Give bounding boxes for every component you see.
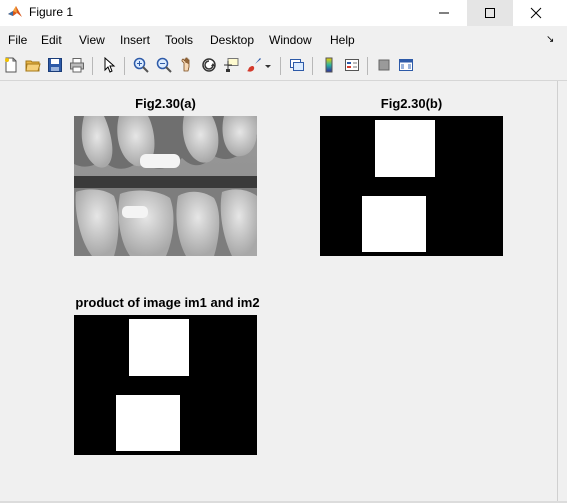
close-button[interactable] — [513, 0, 559, 26]
link-plot-button[interactable] — [287, 55, 307, 75]
dental-xray-image — [74, 116, 257, 256]
toolbar-separator — [92, 57, 93, 75]
brush-button[interactable] — [244, 55, 264, 75]
toolbar-separator — [312, 57, 313, 75]
axes-a-title: Fig2.30(a) — [135, 96, 196, 111]
minimize-button[interactable] — [421, 0, 467, 26]
product-block-lower — [116, 395, 180, 451]
save-button[interactable] — [45, 55, 65, 75]
axes-c-image[interactable] — [74, 315, 257, 455]
toolbar-separator — [280, 57, 281, 75]
minimize-icon — [439, 12, 449, 14]
figure-canvas[interactable]: Fig2.30(a) Fig2.30(b) product of image i… — [0, 81, 557, 501]
insert-colorbar-button[interactable] — [319, 55, 339, 75]
print-button[interactable] — [67, 55, 87, 75]
zoom-in-icon — [133, 57, 149, 73]
menu-bar: File Edit View Insert Tools Desktop Wind… — [0, 28, 567, 50]
rotate-3d-button[interactable] — [199, 55, 219, 75]
save-icon — [48, 58, 62, 72]
colorbar-icon — [325, 57, 333, 73]
zoom-in-button[interactable] — [131, 55, 151, 75]
mask-block-lower — [362, 196, 426, 252]
new-figure-button[interactable] — [1, 55, 21, 75]
figure-toolbar — [0, 52, 567, 81]
zoom-out-button[interactable] — [154, 55, 174, 75]
chevron-down-icon — [265, 65, 271, 68]
menu-desktop[interactable]: Desktop — [210, 33, 254, 47]
maximize-icon — [485, 8, 495, 18]
axes-c-title: product of image im1 and im2 — [75, 295, 260, 310]
close-icon — [530, 7, 542, 19]
open-folder-icon — [25, 60, 41, 72]
show-plot-tools-button[interactable] — [396, 55, 416, 75]
edit-plot-button[interactable] — [99, 55, 119, 75]
data-cursor-button[interactable] — [221, 55, 241, 75]
open-button[interactable] — [23, 55, 43, 75]
brush-dropdown-button[interactable] — [262, 55, 274, 75]
product-block-upper — [129, 319, 189, 376]
pointer-icon — [104, 57, 116, 73]
legend-icon — [345, 59, 359, 71]
hide-plot-tools-button[interactable] — [374, 55, 394, 75]
window-edge — [557, 81, 567, 501]
data-cursor-icon — [224, 58, 239, 72]
menu-view[interactable]: View — [79, 33, 105, 47]
matlab-logo-icon — [7, 4, 23, 20]
maximize-button[interactable] — [467, 0, 513, 26]
menu-edit[interactable]: Edit — [41, 33, 62, 47]
menu-insert[interactable]: Insert — [120, 33, 150, 47]
axes-a-image[interactable] — [74, 116, 257, 256]
axes-b-title: Fig2.30(b) — [380, 96, 443, 111]
mask-block-upper — [375, 120, 435, 177]
rotate-3d-icon — [202, 58, 216, 72]
menu-file[interactable]: File — [8, 33, 27, 47]
show-plot-tools-icon — [399, 59, 413, 71]
link-plot-icon — [290, 59, 304, 71]
dock-arrow-icon[interactable]: ↘ — [546, 34, 554, 45]
menu-tools[interactable]: Tools — [165, 33, 193, 47]
hide-plot-tools-icon — [378, 59, 390, 71]
window-title: Figure 1 — [29, 5, 74, 19]
title-bar[interactable]: Figure 1 — [0, 0, 567, 26]
axes-b-image[interactable] — [320, 116, 503, 256]
menu-help[interactable]: Help — [330, 33, 355, 47]
zoom-out-icon — [156, 57, 172, 73]
new-figure-icon — [5, 57, 17, 73]
pan-button[interactable] — [177, 55, 197, 75]
pan-icon — [181, 57, 190, 72]
toolbar-separator — [367, 57, 368, 75]
menu-window[interactable]: Window — [269, 33, 312, 47]
brush-icon — [247, 58, 261, 72]
insert-legend-button[interactable] — [342, 55, 362, 75]
print-icon — [70, 58, 84, 73]
toolbar-separator — [124, 57, 125, 75]
